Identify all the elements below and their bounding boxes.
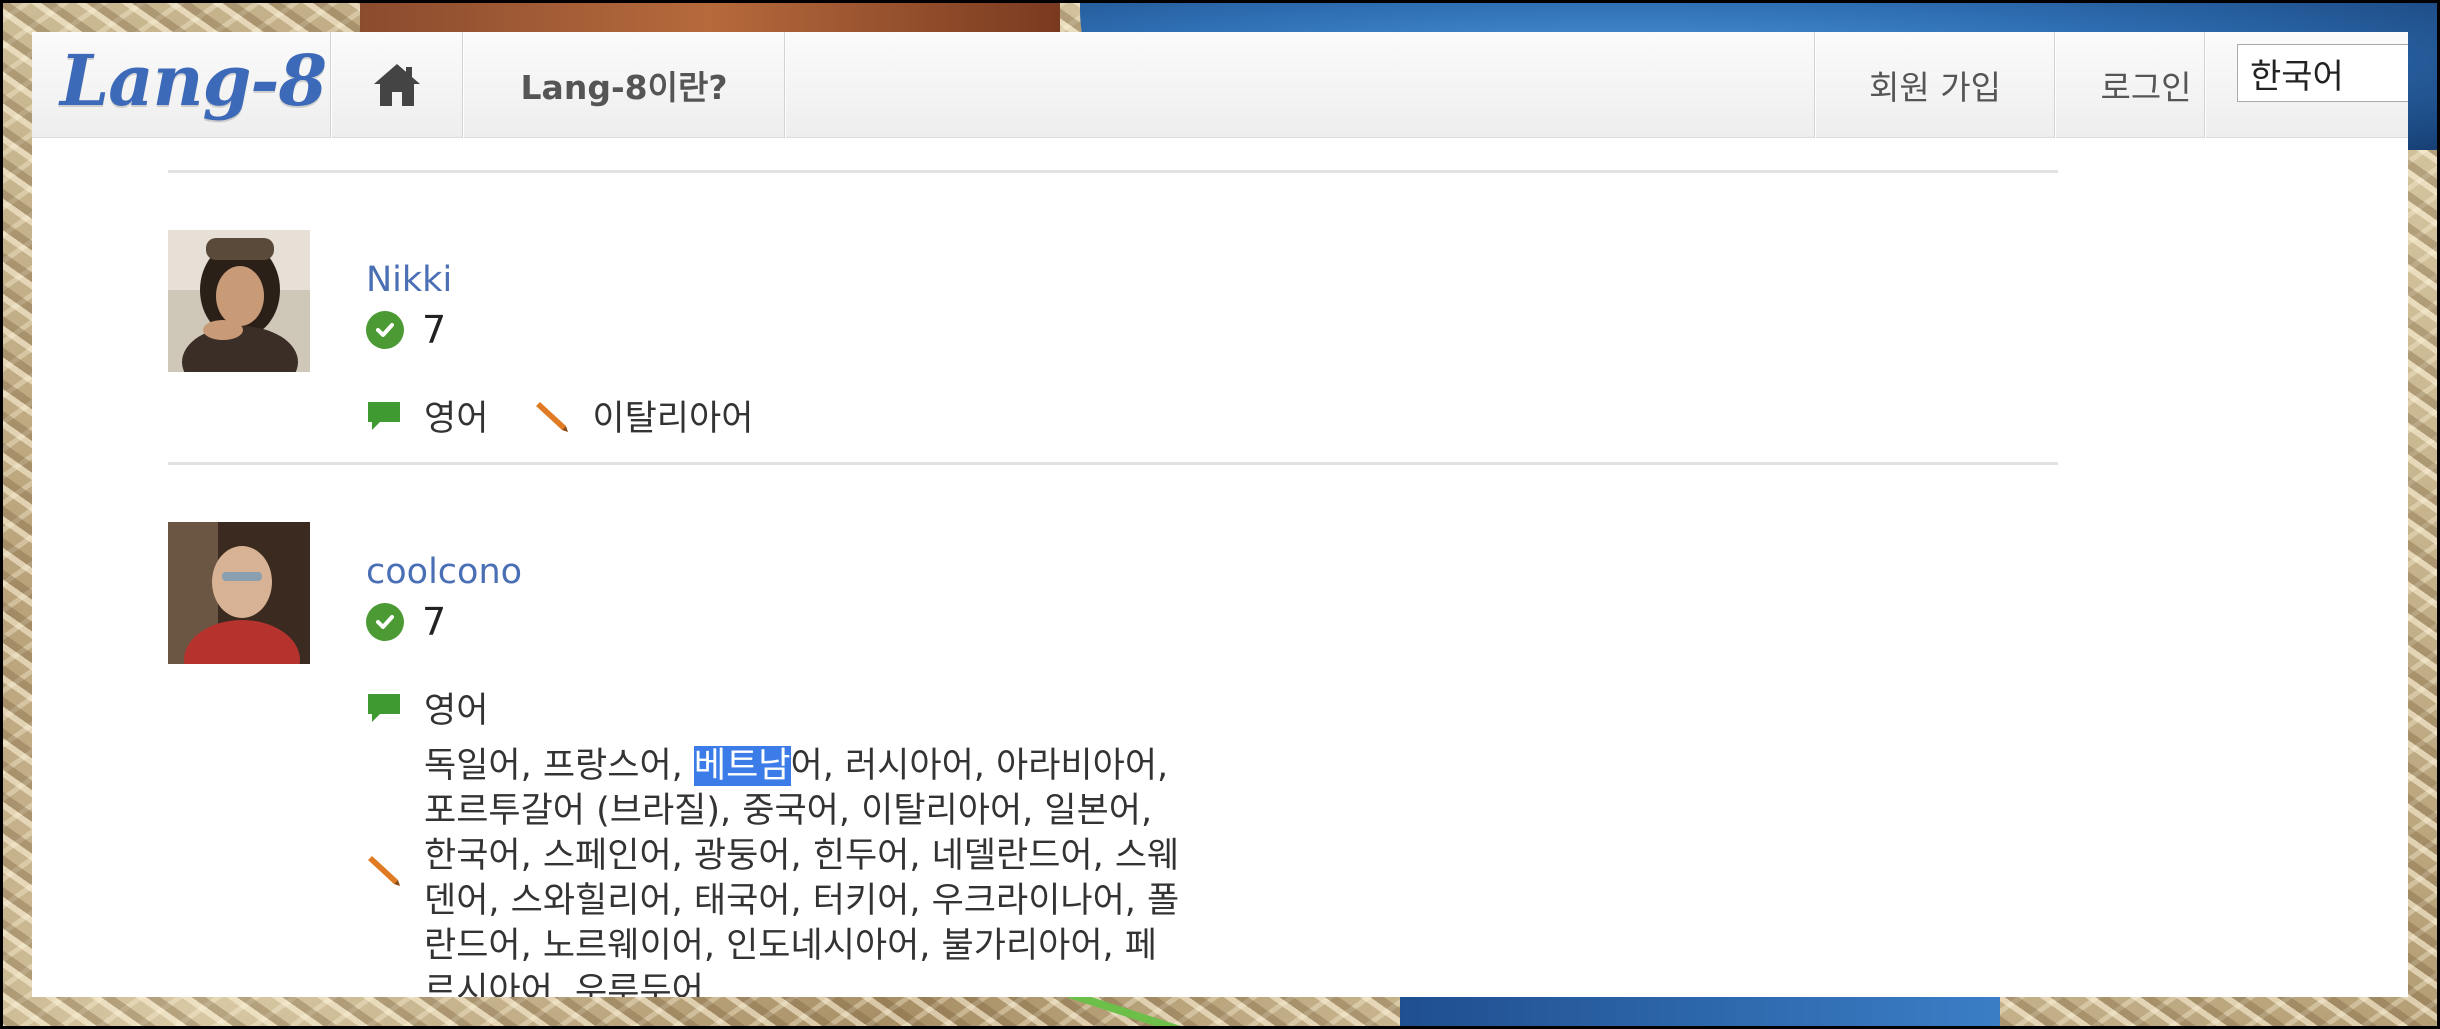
learning-line: 르시아어, 우루두어 <box>424 971 704 997</box>
browser-page: Lang-8 Lang-8이란? 회원 가입 로그인 한국어 Nikki 7 영… <box>32 32 2408 997</box>
top-navbar: Lang-8 Lang-8이란? 회원 가입 로그인 한국어 <box>32 32 2408 138</box>
learning-line: 한국어, 스페인어, 광둥어, 힌두어, 네델란드어, 스웨 <box>424 836 1180 876</box>
nav-separator <box>2204 32 2206 138</box>
native-language: 영어 <box>424 691 489 731</box>
count-value: 7 <box>422 308 447 352</box>
signup-link[interactable]: 회원 가입 <box>1816 32 2054 138</box>
pencil-icon <box>534 398 570 434</box>
speech-bubble-icon <box>366 400 402 432</box>
language-row: 영어 이탈리아어 <box>366 390 753 441</box>
nav-separator <box>784 32 786 138</box>
avatar-image <box>168 230 310 372</box>
learning-line: 포르투갈어 (브라질), 중국어, 이탈리아어, 일본어, <box>424 791 1153 831</box>
native-language: 영어 <box>424 399 489 439</box>
about-link[interactable]: Lang-8이란? <box>464 32 784 138</box>
pencil-icon <box>366 852 402 892</box>
lang8-logo[interactable]: Lang-8 <box>60 36 327 126</box>
language-select[interactable]: 한국어 <box>2237 44 2408 102</box>
login-link[interactable]: 로그인 <box>2056 32 2236 138</box>
learning-line: 독일어, 프랑스어, 베트남어, 러시아어, 아라비아어, <box>424 744 1264 789</box>
selected-text: 베트남 <box>693 746 791 786</box>
username-link[interactable]: Nikki <box>366 260 452 300</box>
check-circle-icon <box>366 311 404 349</box>
learning-text: 독일어, 프랑스어, <box>424 746 694 786</box>
user-entry: coolcono 7 영어 독일어, 프랑스어, 베트남어, 러시아어, 아라비… <box>168 522 2058 997</box>
learning-language: 이탈리아어 <box>592 399 754 439</box>
learning-line: 덴어, 스와힐리어, 태국어, 터키어, 우크라이나어, 폴 <box>424 881 1180 921</box>
speech-bubble-icon <box>366 692 402 724</box>
home-button[interactable] <box>332 32 462 138</box>
background-red-object <box>360 0 1060 32</box>
username-link[interactable]: coolcono <box>366 552 522 592</box>
avatar-image <box>168 522 310 664</box>
learning-languages-list: 독일어, 프랑스어, 베트남어, 러시아어, 아라비아어, 포르투갈어 (브라질… <box>424 744 1264 997</box>
count-value: 7 <box>422 600 447 644</box>
language-row: 영어 <box>366 682 488 733</box>
correction-count: 7 <box>366 308 446 352</box>
correction-count: 7 <box>366 600 446 644</box>
avatar[interactable] <box>168 230 310 372</box>
learning-text: 어, 러시아어, 아라비아어, <box>790 746 1169 786</box>
check-circle-icon <box>366 603 404 641</box>
home-icon <box>374 64 420 106</box>
user-divider <box>168 170 2058 173</box>
learning-line: 란드어, 노르웨이어, 인도네시아어, 불가리아어, 페 <box>424 926 1158 966</box>
user-entry: Nikki 7 영어 이탈리아어 <box>168 230 2058 450</box>
user-divider <box>168 462 2058 465</box>
avatar[interactable] <box>168 522 310 664</box>
